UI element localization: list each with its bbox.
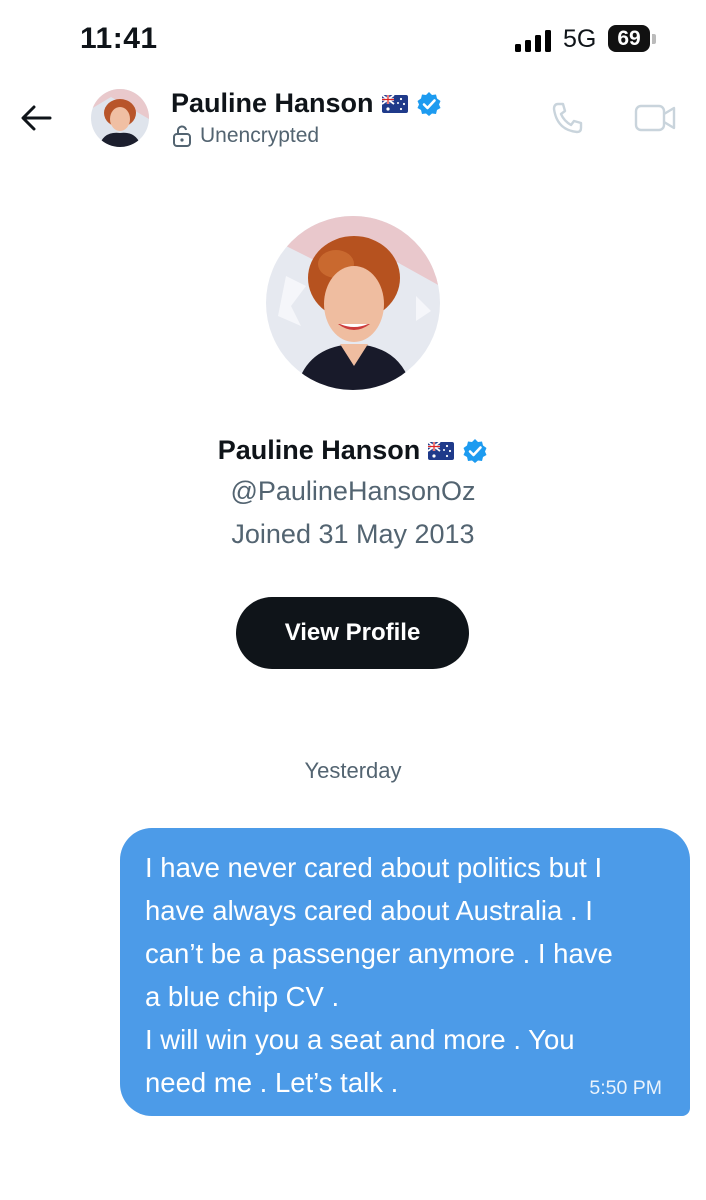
australia-flag-icon xyxy=(428,441,455,460)
profile-avatar[interactable] xyxy=(266,216,440,390)
signal-icon xyxy=(515,30,553,52)
back-arrow-icon[interactable] xyxy=(18,100,54,136)
australia-flag-icon xyxy=(381,94,408,113)
message-time: 5:50 PM xyxy=(589,1077,662,1099)
battery-icon: 69 xyxy=(608,25,650,52)
phone-icon[interactable] xyxy=(550,100,586,136)
header-name: Pauline Hanson xyxy=(171,88,374,118)
verified-badge-icon xyxy=(417,91,441,116)
view-profile-button[interactable]: View Profile xyxy=(236,597,469,669)
lock-open-icon xyxy=(173,125,191,147)
encryption-label: Unencrypted xyxy=(200,124,320,147)
battery-nub xyxy=(652,34,656,44)
joined-date: Joined 31 May 2013 xyxy=(231,519,475,549)
header-name-row: Pauline Hanson xyxy=(171,88,442,119)
message-bubble[interactable]: I have never cared about politics but I … xyxy=(120,828,690,1116)
video-icon[interactable] xyxy=(634,102,676,134)
encryption-status: Unencrypted xyxy=(172,124,319,148)
profile-name-row: Pauline Hanson xyxy=(0,435,706,466)
status-time: 11:41 xyxy=(80,22,158,55)
network-type: 5G xyxy=(563,25,597,53)
profile-name: Pauline Hanson xyxy=(217,435,421,465)
verified-badge-icon xyxy=(463,438,487,463)
header-avatar[interactable] xyxy=(91,89,149,147)
day-separator: Yesterday xyxy=(304,758,402,783)
message-text: I have never cared about politics but I … xyxy=(145,852,613,1098)
profile-handle: @PaulineHansonOz xyxy=(230,476,476,506)
